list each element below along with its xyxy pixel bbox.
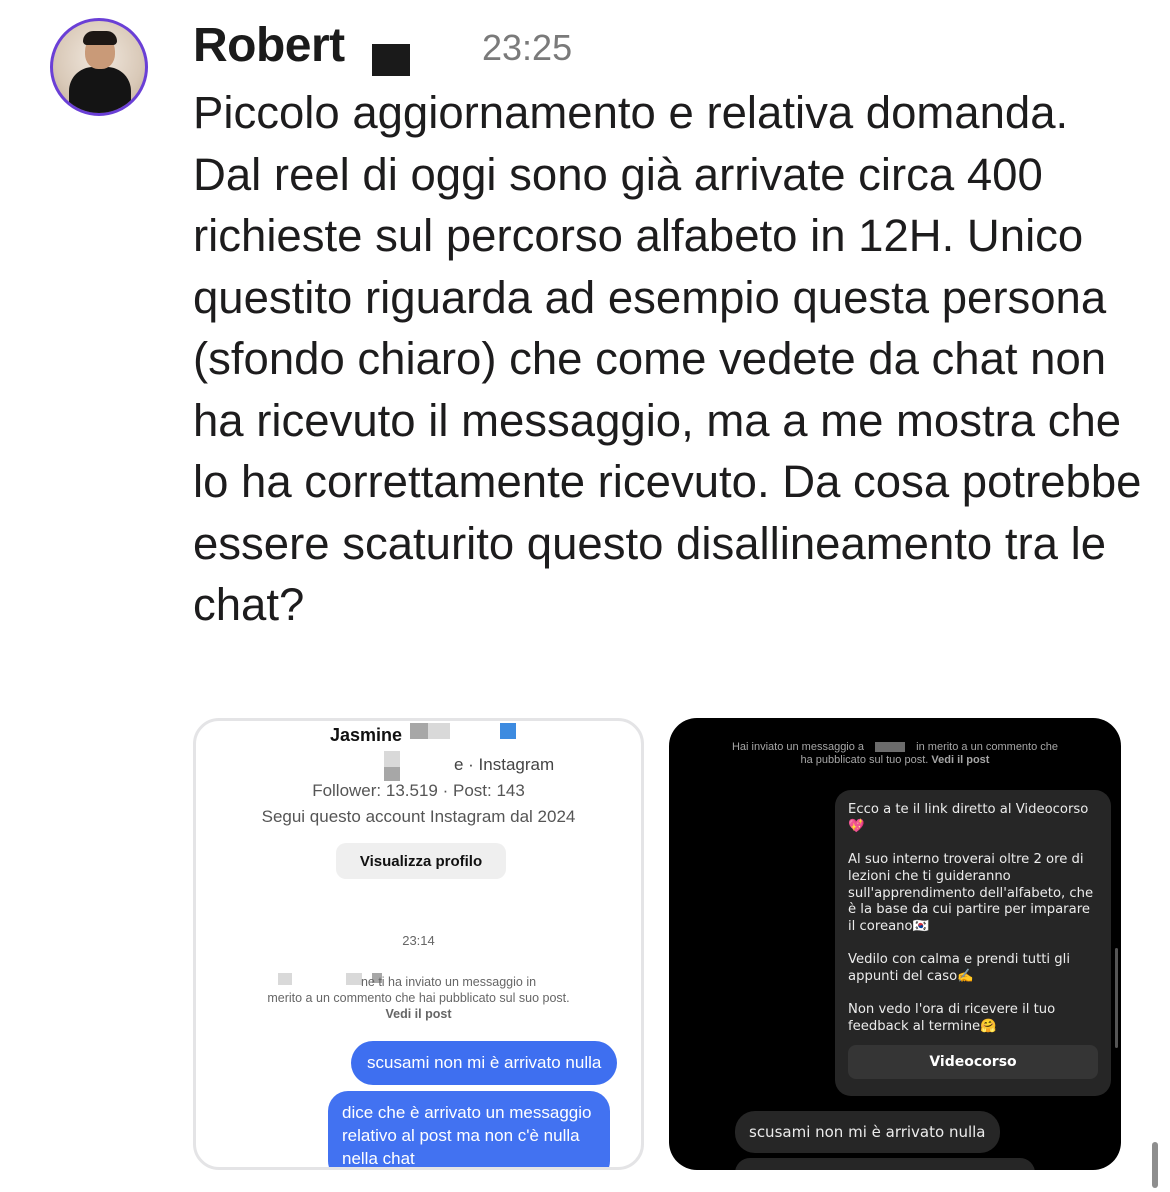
attachment-image-dark-chat[interactable]: Hai inviato un messaggio a in merito a u… <box>669 718 1121 1170</box>
verified-redaction <box>500 723 516 739</box>
chat-profile-since: Segui questo account Instagram dal 2024 <box>261 807 576 826</box>
chat-scrollbar[interactable] <box>1115 948 1118 1048</box>
author-name[interactable]: Robert <box>193 18 345 73</box>
redaction-block <box>372 44 410 76</box>
received-message-bubble: scusami non mi è arrivato nulla <box>735 1111 1000 1153</box>
chat-notice-line2: ha pubblicato sul tuo post. Vedi il post <box>669 754 1121 766</box>
avatar-photo-body <box>69 67 131 113</box>
message-timestamp[interactable]: 23:25 <box>482 27 572 69</box>
card-paragraph: Vedilo con calma e prendi tutti gli appu… <box>848 952 1070 984</box>
page-scrollbar[interactable] <box>1152 1142 1158 1188</box>
received-message-bubble <box>735 1158 1035 1170</box>
chat-timestamp: 23:14 <box>402 933 435 948</box>
chat-notice-text-a: Hai inviato un messaggio a <box>731 741 865 753</box>
chat-notice-text-c: ha pubblicato sul tuo post. <box>800 754 929 766</box>
chat-notice-text-b: in merito a un commento che <box>916 741 1059 753</box>
blur-redaction <box>428 723 450 739</box>
blur-redaction <box>384 767 400 781</box>
card-paragraph: Al suo interno troverai oltre 2 ore di l… <box>848 852 1094 935</box>
view-post-link[interactable]: Vedi il post <box>931 754 989 766</box>
blur-redaction <box>410 723 428 739</box>
chat-notice-line1: Hai inviato un messaggio a in merito a u… <box>669 741 1121 753</box>
sent-message-card: Ecco a te il link diretto al Videocorso … <box>835 790 1111 1096</box>
videocorso-button[interactable]: Videocorso <box>848 1045 1098 1079</box>
sent-message-bubble: dice che è arrivato un messaggio relativ… <box>328 1091 610 1167</box>
chat-profile-stats: Follower: 13.519 · Post: 143 <box>312 781 525 800</box>
blur-redaction <box>384 751 400 767</box>
card-paragraph: Ecco a te il link diretto al Videocorso … <box>848 802 1089 834</box>
author-avatar[interactable] <box>50 18 148 116</box>
chat-notice-line2: merito a un commento che hai pubblicato … <box>267 991 570 1005</box>
blur-redaction <box>875 742 906 753</box>
avatar-photo-hair <box>83 31 117 45</box>
view-post-link[interactable]: Vedi il post <box>196 1007 641 1021</box>
message-text: Piccolo aggiornamento e relativa domanda… <box>193 87 1142 630</box>
sent-message-bubble: scusami non mi è arrivato nulla <box>351 1041 618 1085</box>
view-profile-button[interactable]: Visualizza profilo <box>336 843 506 879</box>
chat-profile-name: Jasmine <box>330 725 403 745</box>
chat-profile-subtitle: e · Instagram <box>454 755 555 774</box>
attachment-image-light-chat[interactable]: Jasmine e · Instagram Follower: 13.519 ·… <box>193 718 644 1170</box>
chat-notice-line1: ne ti ha inviato un messaggio in <box>360 975 537 989</box>
card-paragraph: Non vedo l'ora di ricevere il tuo feedba… <box>848 1002 1056 1034</box>
